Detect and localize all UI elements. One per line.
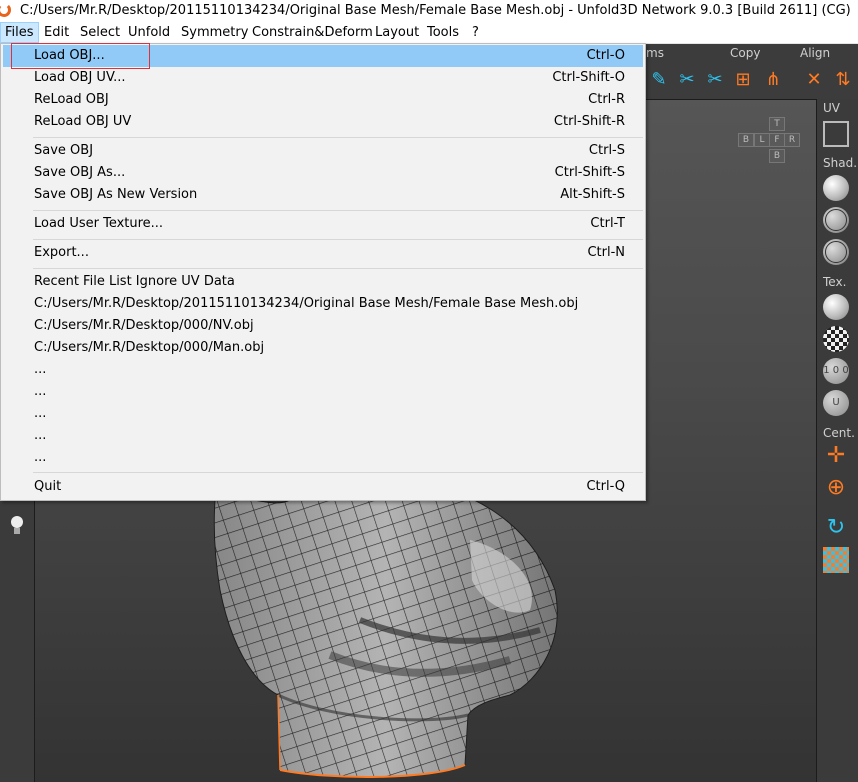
nav-cube-top[interactable]: T	[769, 117, 785, 131]
nav-cube-back[interactable]: B	[738, 133, 754, 147]
menu-item-recent-empty[interactable]: ...	[3, 359, 643, 381]
uv-view-icon[interactable]	[823, 121, 849, 147]
toolbar-label-copy: Copy	[730, 46, 761, 60]
cut-edge-icon[interactable]: ✂	[673, 64, 701, 94]
toolbar-label-ms: ms	[646, 46, 664, 60]
menu-item-export[interactable]: Export... Ctrl-N	[3, 242, 643, 264]
shading-label: Shad.	[823, 156, 858, 170]
menu-separator	[33, 472, 643, 473]
app-logo-icon	[0, 3, 11, 17]
menu-edit[interactable]: Edit	[40, 22, 73, 43]
menu-separator	[33, 137, 643, 138]
menu-files[interactable]: Files	[0, 22, 39, 43]
refresh-lock-icon[interactable]: ↻	[823, 515, 849, 541]
menu-item-save-obj-as[interactable]: Save OBJ As... Ctrl-Shift-S	[3, 162, 643, 184]
menu-item-reload-obj[interactable]: ReLoad OBJ Ctrl-R	[3, 89, 643, 111]
nav-cube[interactable]: T B L F R B	[738, 116, 800, 164]
texture-sphere-icon[interactable]	[823, 294, 849, 320]
menu-unfold[interactable]: Unfold	[124, 22, 174, 43]
menu-separator	[33, 239, 643, 240]
menu-symmetry[interactable]: Symmetry	[177, 22, 252, 43]
menu-item-save-obj-new-version[interactable]: Save OBJ As New Version Alt-Shift-S	[3, 184, 643, 206]
uv-label: UV	[823, 101, 840, 115]
annotation-highlight-box	[11, 43, 150, 69]
menu-item-load-obj-uv[interactable]: Load OBJ UV... Ctrl-Shift-O	[3, 67, 643, 89]
files-dropdown-menu: Load OBJ... Ctrl-O Load OBJ UV... Ctrl-Shi…	[0, 43, 646, 501]
head-mesh	[213, 480, 558, 778]
toolbar-label-align: Align	[800, 46, 831, 60]
shaded-wire-sphere-icon[interactable]	[823, 239, 849, 265]
menu-item-recent-file-1[interactable]: C:/Users/Mr.R/Desktop/20115110134234/Ori…	[3, 293, 643, 315]
title-bar: C:/Users/Mr.R/Desktop/20115110134234/Ori…	[0, 0, 858, 22]
nav-cube-bottom[interactable]: B	[769, 149, 785, 163]
center-label: Cent.	[823, 426, 855, 440]
menu-layout[interactable]: Layout	[371, 22, 423, 43]
menu-item-save-obj[interactable]: Save OBJ Ctrl-S	[3, 140, 643, 162]
menu-separator	[33, 210, 643, 211]
copy-branch-icon[interactable]: ⋔	[759, 64, 787, 94]
menu-tools[interactable]: Tools	[423, 22, 463, 43]
numbered-sphere-icon[interactable]: 1 0 0 1	[823, 358, 849, 402]
weld-edge-icon[interactable]: ✂	[701, 64, 729, 94]
menu-item-load-user-texture[interactable]: Load User Texture... Ctrl-T	[3, 213, 643, 235]
wireframe-sphere-icon[interactable]	[823, 207, 849, 233]
align-cross-icon[interactable]: ✕	[800, 64, 828, 94]
copy-tree-icon[interactable]: ⊞	[729, 64, 757, 94]
nav-cube-front[interactable]: F	[769, 133, 785, 147]
menu-item-recent-file-3[interactable]: C:/Users/Mr.R/Desktop/000/Man.obj	[3, 337, 643, 359]
center-cross-icon[interactable]: ✛	[823, 443, 849, 469]
menu-item-reload-obj-uv[interactable]: ReLoad OBJ UV Ctrl-Shift-R	[3, 111, 643, 133]
menu-select[interactable]: Select	[76, 22, 124, 43]
right-toolbar: UV Shad. Tex. 1 0 0 1 U Cent. ✛ ⊕ ↻	[816, 99, 858, 782]
center-target-icon[interactable]: ⊕	[823, 475, 849, 501]
top-toolbar: ms Copy Align ✎ ✂ ✂ ⊞ ⋔ ✕ ⇅	[645, 44, 858, 100]
menu-item-recent-empty[interactable]: ...	[3, 403, 643, 425]
menu-constrain-deform[interactable]: Constrain&Deform	[248, 22, 377, 43]
menu-item-recent-empty[interactable]: ...	[3, 425, 643, 447]
checker-sphere-icon[interactable]	[823, 326, 849, 352]
menu-item-quit[interactable]: Quit Ctrl-Q	[3, 476, 643, 498]
menu-item-recent-empty[interactable]: ...	[3, 381, 643, 403]
light-bulb-icon[interactable]	[8, 516, 26, 538]
checker-texture-icon[interactable]	[823, 547, 849, 573]
pin-icon[interactable]: ✎	[645, 64, 673, 94]
menu-item-recent-ignore-uv[interactable]: Recent File List Ignore UV Data	[3, 271, 643, 293]
nav-cube-right[interactable]: R	[784, 133, 800, 147]
nav-cube-left[interactable]: L	[754, 133, 770, 147]
window-title: C:/Users/Mr.R/Desktop/20115110134234/Ori…	[20, 3, 851, 18]
u-sphere-icon[interactable]: U	[823, 390, 849, 416]
menu-help[interactable]: ?	[468, 22, 483, 43]
menu-bar: Files Edit Select Unfold Symmetry Constr…	[0, 22, 858, 44]
texture-label: Tex.	[823, 275, 847, 289]
align-vertical-icon[interactable]: ⇅	[829, 64, 857, 94]
menu-separator	[33, 268, 643, 269]
menu-item-recent-file-2[interactable]: C:/Users/Mr.R/Desktop/000/NV.obj	[3, 315, 643, 337]
shaded-sphere-icon[interactable]	[823, 175, 849, 201]
menu-item-recent-empty[interactable]: ...	[3, 447, 643, 469]
